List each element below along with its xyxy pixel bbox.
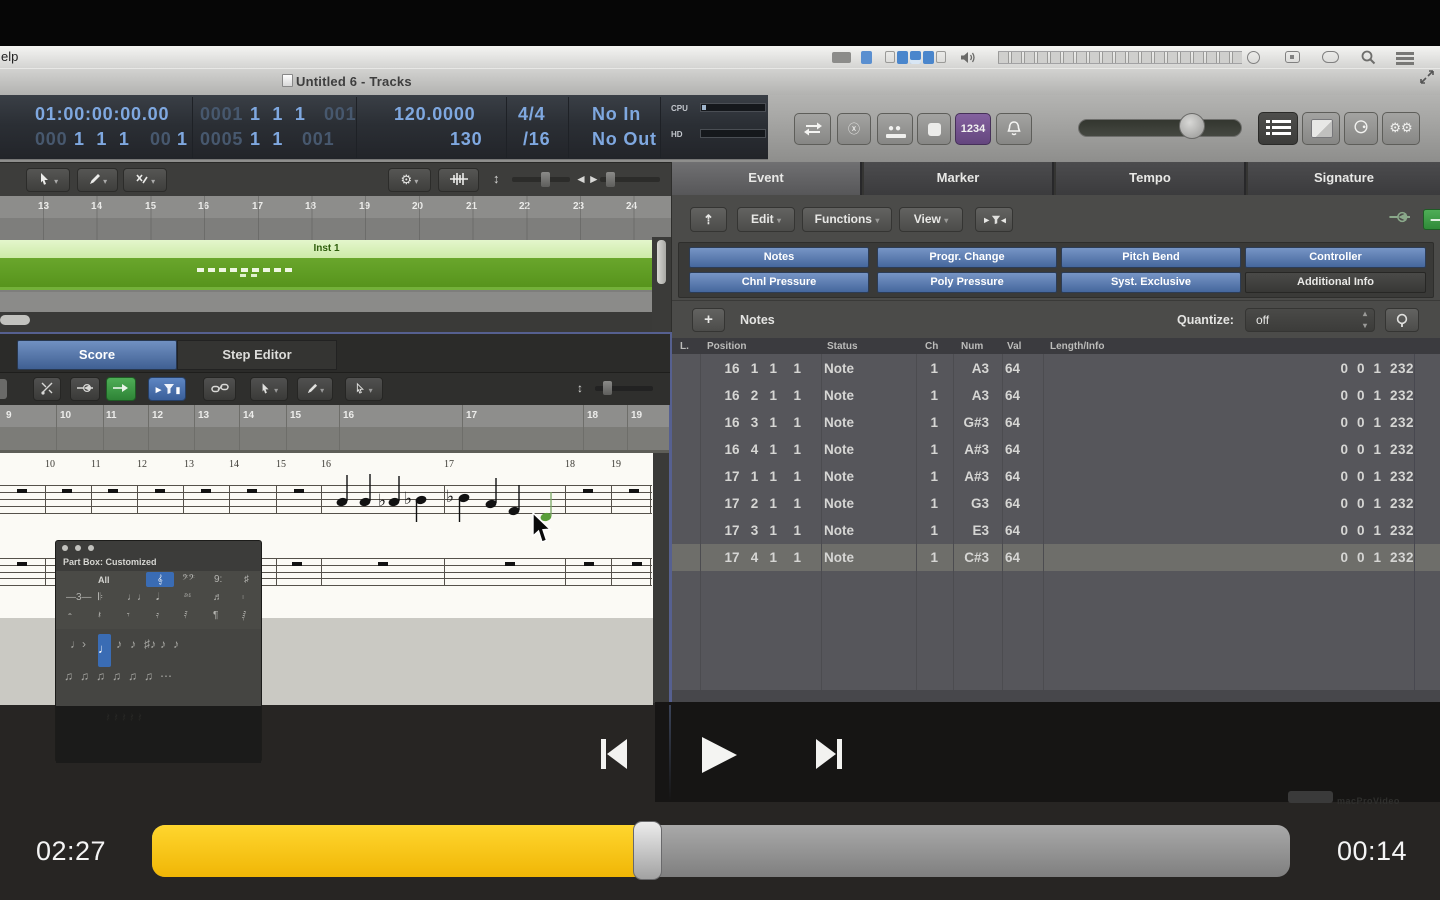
svg-text:♭: ♭: [378, 491, 386, 510]
svg-text:♭: ♭: [446, 487, 454, 506]
svg-text:♭: ♭: [404, 489, 412, 508]
